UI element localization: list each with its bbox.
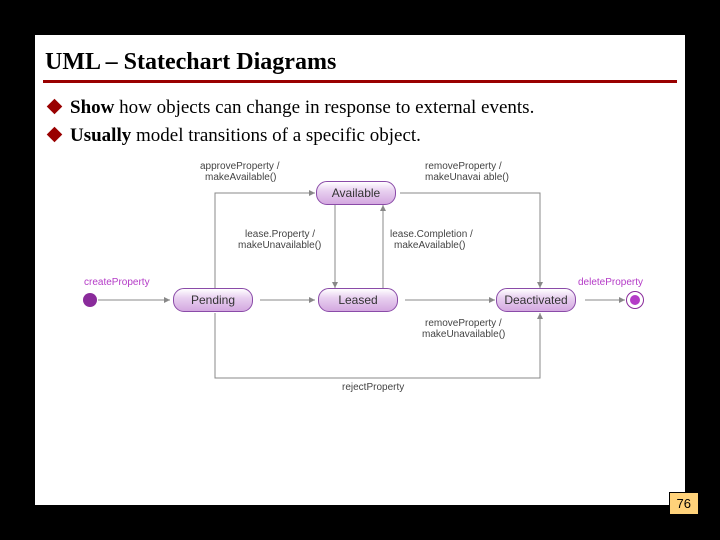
label-reject: rejectProperty xyxy=(342,382,404,393)
page-number: 76 xyxy=(669,492,699,515)
label-approve-1: approveProperty / xyxy=(200,161,280,172)
label-lease-comp-1: lease.Completion / xyxy=(390,229,473,240)
bullet-1: Show how objects can change in response … xyxy=(49,97,671,119)
label-remove-top-2: makeUnavai able() xyxy=(425,172,509,183)
label-approve-2: makeAvailable() xyxy=(205,172,277,183)
label-lease-comp-2: makeAvailable() xyxy=(394,240,466,251)
label-lease-prop-1: lease.Property / xyxy=(245,229,315,240)
state-available: Available xyxy=(316,181,396,205)
state-leased: Leased xyxy=(318,288,398,312)
label-remove-mid-1: removeProperty / xyxy=(425,318,502,329)
bullet-1-text: how objects can change in response to ex… xyxy=(114,97,534,118)
diamond-icon xyxy=(47,127,63,143)
initial-state-icon xyxy=(83,293,97,307)
statechart-diagram: Available Pending Leased Deactivated cre… xyxy=(70,153,650,403)
label-lease-prop-2: makeUnavailable() xyxy=(238,240,321,251)
state-pending: Pending xyxy=(173,288,253,312)
label-create: createProperty xyxy=(84,277,150,288)
final-state-icon xyxy=(626,291,644,309)
bullet-2: Usually model transitions of a specific … xyxy=(49,125,671,147)
bullet-list: Show how objects can change in response … xyxy=(35,83,685,147)
diamond-icon xyxy=(47,99,63,115)
bullet-2-lead: Usually xyxy=(70,125,131,146)
bullet-2-text: model transitions of a specific object. xyxy=(131,125,421,146)
bullet-1-lead: Show xyxy=(70,97,114,118)
label-remove-mid-2: makeUnavailable() xyxy=(422,329,505,340)
label-delete: deleteProperty xyxy=(578,277,643,288)
label-remove-top-1: removeProperty / xyxy=(425,161,502,172)
state-deactivated: Deactivated xyxy=(496,288,576,312)
footer-text: Pearson Education © 2009 xyxy=(35,515,685,527)
slide: UML – Statechart Diagrams Show how objec… xyxy=(35,35,685,505)
slide-title: UML – Statechart Diagrams xyxy=(35,35,685,80)
